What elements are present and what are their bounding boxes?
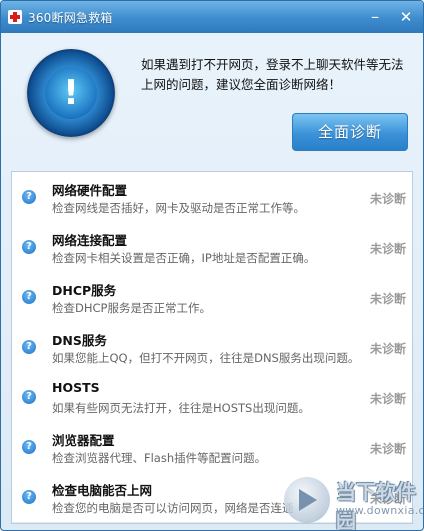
item-name: 检查电脑能否上网 bbox=[52, 483, 153, 498]
question-icon: ? bbox=[22, 440, 36, 454]
question-icon: ? bbox=[22, 340, 36, 354]
question-icon: ? bbox=[22, 390, 36, 404]
item-desc: 检查DHCP服务是否正常工作。 bbox=[52, 301, 211, 315]
list-item[interactable]: ? HOSTS 如果有些网页无法打开，往往是HOSTS出现问题。 未诊断 bbox=[12, 372, 412, 423]
question-icon: ? bbox=[22, 490, 36, 504]
full-diagnose-button[interactable]: 全面诊断 bbox=[292, 113, 408, 151]
question-icon: ? bbox=[22, 240, 36, 254]
item-desc: 如果您能上QQ，但打不开网页，往往是DNS服务出现问题。 bbox=[52, 351, 360, 365]
window-title: 360断网急救箱 bbox=[28, 11, 113, 25]
status-badge: 未诊断 bbox=[369, 292, 406, 306]
diagnosis-list: ? 网络硬件配置 检查网线是否插好，网卡及驱动是否正常工作等。 未诊断 ? 网络… bbox=[11, 171, 413, 524]
status-badge: 未诊断 bbox=[369, 242, 406, 256]
status-badge: 未诊断 bbox=[369, 342, 406, 356]
status-badge: 未诊断 bbox=[369, 492, 406, 506]
item-desc: 检查您的电脑是否可以访问网页，网络是否连通 bbox=[52, 501, 294, 515]
item-name: 网络连接配置 bbox=[52, 233, 128, 248]
item-desc: 检查网卡相关设置是否正确，IP地址是否配置正确。 bbox=[52, 251, 316, 265]
item-name: 网络硬件配置 bbox=[52, 183, 128, 198]
status-badge: 未诊断 bbox=[369, 192, 406, 206]
alert-emblem-icon: ! bbox=[27, 49, 115, 137]
item-name: DHCP服务 bbox=[52, 283, 117, 298]
close-button[interactable]: ✕ bbox=[396, 7, 416, 27]
item-desc: 检查网线是否插好，网卡及驱动是否正常工作等。 bbox=[52, 201, 305, 215]
status-badge: 未诊断 bbox=[369, 442, 406, 456]
list-item[interactable]: ? DNS服务 如果您能上QQ，但打不开网页，往往是DNS服务出现问题。 未诊断 bbox=[12, 322, 412, 373]
item-desc: 如果有些网页无法打开，往往是HOSTS出现问题。 bbox=[52, 401, 310, 415]
title-bar[interactable]: 360断网急救箱 – ✕ bbox=[1, 1, 423, 33]
list-item[interactable]: ? DHCP服务 检查DHCP服务是否正常工作。 未诊断 bbox=[12, 272, 412, 323]
minimize-button[interactable]: – bbox=[365, 7, 385, 27]
status-badge: 未诊断 bbox=[369, 392, 406, 406]
item-name: DNS服务 bbox=[52, 333, 107, 348]
exclamation-icon: ! bbox=[45, 67, 97, 119]
list-item[interactable]: ? 网络连接配置 检查网卡相关设置是否正确，IP地址是否配置正确。 未诊断 bbox=[12, 222, 412, 273]
question-icon: ? bbox=[22, 290, 36, 304]
intro-text: 如果遇到打不开网页，登录不上聊天软件等无法上网的问题，建议您全面诊断网络！ bbox=[141, 57, 404, 92]
question-icon: ? bbox=[22, 190, 36, 204]
list-item[interactable]: ? 检查电脑能否上网 检查您的电脑是否可以访问网页，网络是否连通 未诊断 bbox=[12, 472, 412, 523]
list-item[interactable]: ? 网络硬件配置 检查网线是否插好，网卡及驱动是否正常工作等。 未诊断 bbox=[12, 172, 412, 223]
list-item[interactable]: ? 浏览器配置 检查浏览器代理、Flash插件等配置问题。 未诊断 bbox=[12, 422, 412, 473]
item-name: 浏览器配置 bbox=[52, 433, 115, 448]
app-window: 360断网急救箱 – ✕ ! 如果遇到打不开网页，登录不上聊天软件等无法上网的问… bbox=[0, 0, 424, 531]
item-desc: 检查浏览器代理、Flash插件等配置问题。 bbox=[52, 451, 267, 465]
first-aid-icon bbox=[8, 10, 22, 24]
item-name: HOSTS bbox=[52, 380, 100, 395]
